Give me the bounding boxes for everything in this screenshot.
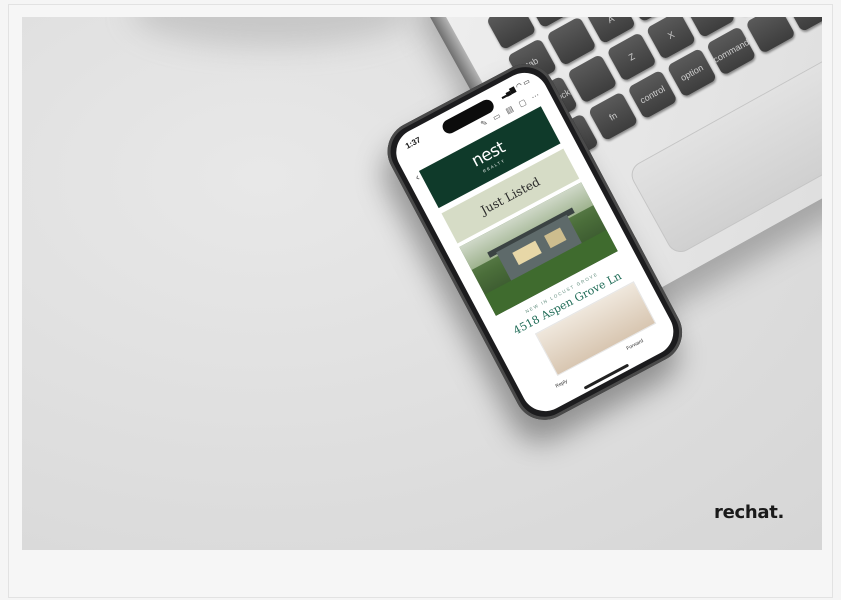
archive-icon[interactable]: ▭ <box>491 111 504 127</box>
compose-icon[interactable]: ✎ <box>479 118 491 134</box>
key: control <box>627 69 678 120</box>
trash-icon[interactable]: ▤ <box>504 104 517 120</box>
key: fn <box>587 91 639 142</box>
folder-icon[interactable]: ▢ <box>517 97 530 113</box>
key: option <box>666 47 718 98</box>
reply-button[interactable]: Reply <box>555 378 573 396</box>
key <box>745 17 796 55</box>
forward-button[interactable]: Forward <box>625 338 648 359</box>
key: command <box>705 25 757 76</box>
more-icon[interactable]: ⋯ <box>530 90 544 106</box>
object-shadow <box>132 17 412 47</box>
status-time: 1:37 <box>403 135 423 151</box>
rechat-logo: rechat. <box>714 502 785 523</box>
hero-image: 1 Q W E R tab A S D F caps lock Z X C V … <box>22 17 822 550</box>
